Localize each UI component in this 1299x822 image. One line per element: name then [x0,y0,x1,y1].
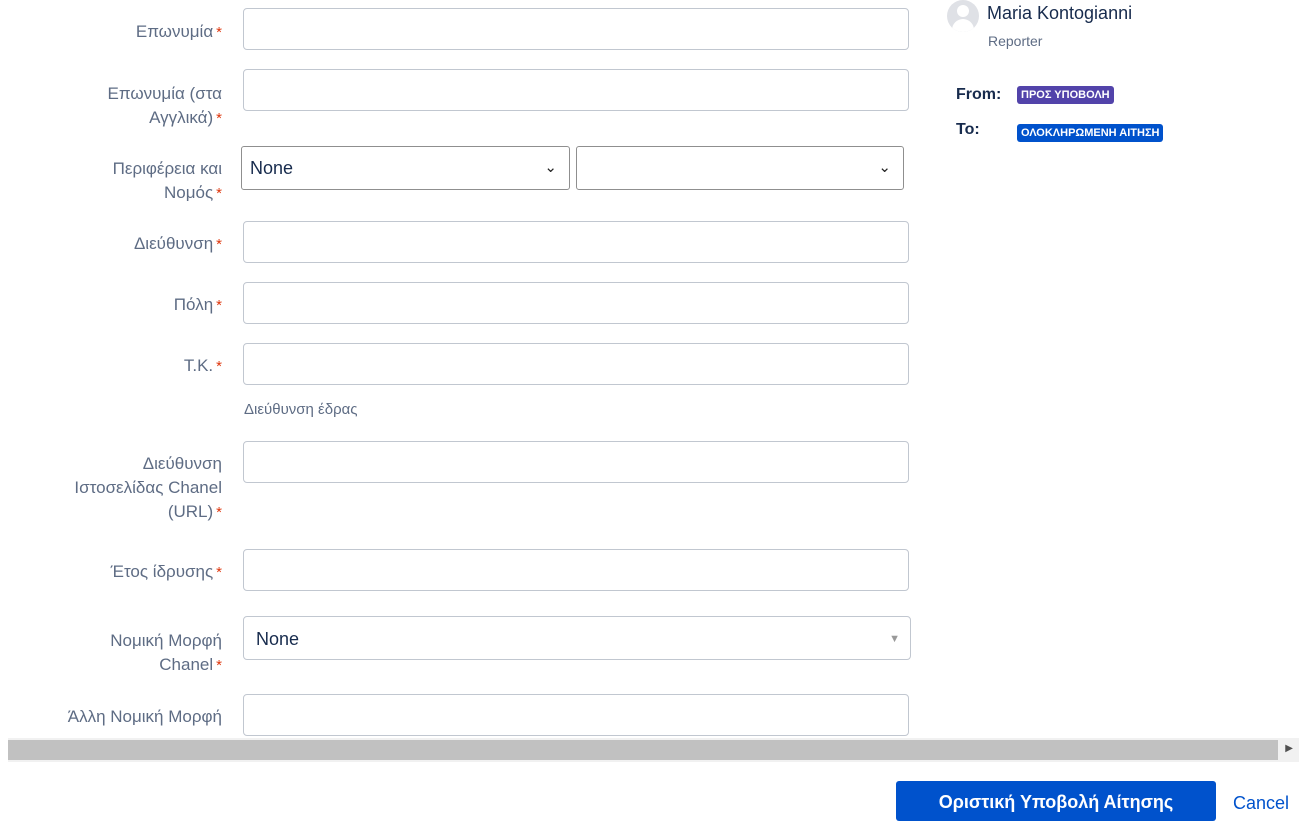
field-label-website: Διεύθυνση Ιστοσελίδας Chanel (URL) * [74,454,222,521]
field-label-legal-form: Νομική Μορφή Chanel * [110,631,222,674]
from-status-badge: ΠΡΟΣ ΥΠΟΒΟΛΗ [1017,86,1114,104]
region-select[interactable]: None ⌄ [241,146,570,190]
horizontal-scrollbar[interactable]: ▶ [8,738,1299,762]
scrollbar-thumb[interactable] [8,740,1278,760]
from-label: From: [956,86,1002,103]
address-help-text: Διεύθυνση έδρας [244,401,358,418]
field-label-name: Επωνυμία * [135,22,222,41]
founding-year-input[interactable] [243,549,909,591]
legal-form-select[interactable]: None ▼ [243,616,911,660]
field-label-founding-year: Έτος ίδρυσης * [110,562,222,581]
final-submit-button[interactable]: Οριστική Υποβολή Αίτησης [896,781,1216,821]
chevron-down-icon: ⌄ [878,159,891,176]
chevron-down-icon: ⌄ [544,159,557,176]
city-input[interactable] [243,282,909,324]
address-input[interactable] [243,221,909,263]
field-label-other-legal-form: Άλλη Νομική Μορφή [67,707,222,726]
field-label-address: Διεύθυνση * [133,234,222,253]
field-label-city: Πόλη * [173,295,222,314]
prefecture-select[interactable]: ⌄ [576,146,904,190]
name-english-input[interactable] [243,69,909,111]
field-label-postal-code: Τ.Κ. * [183,356,222,375]
other-legal-form-input[interactable] [243,694,909,736]
field-label-name-english: Επωνυμία (στα Αγγλικά) * [107,84,222,127]
field-label-region: Περιφέρεια και Νομός * [112,159,222,202]
scroll-right-icon[interactable]: ▶ [1285,743,1293,754]
user-name[interactable]: Maria Kontogianni [987,3,1132,24]
avatar [947,0,979,32]
to-status-badge: ΟΛΟΚΛΗΡΩΜΕΝΗ ΑΙΤΗΣΗ [1017,124,1164,142]
postal-code-input[interactable] [243,343,909,385]
user-role: Reporter [988,33,1043,49]
dropdown-triangle-icon: ▼ [889,633,900,645]
name-input[interactable] [243,8,909,50]
cancel-link[interactable]: Cancel [1233,793,1289,814]
to-label: To: [956,121,980,138]
website-url-input[interactable] [243,441,909,483]
